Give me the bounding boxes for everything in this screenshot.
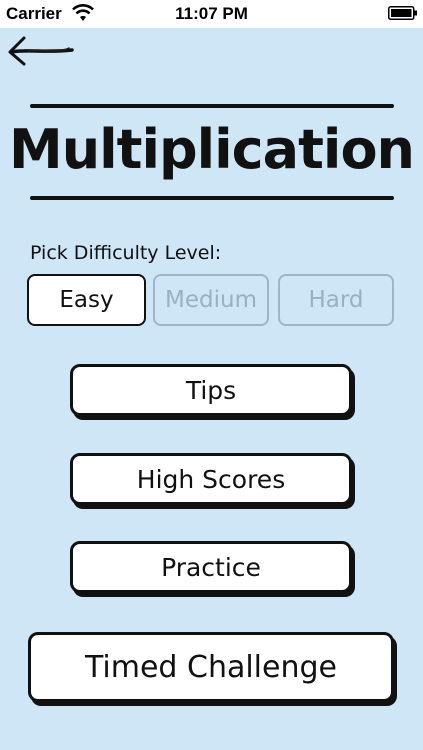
battery-icon	[388, 6, 417, 20]
high-scores-button[interactable]: High Scores	[70, 453, 352, 505]
tips-button[interactable]: Tips	[70, 364, 352, 416]
back-arrow-icon	[8, 36, 74, 66]
difficulty-medium-button[interactable]: Medium	[153, 274, 269, 326]
difficulty-label: Pick Difficulty Level:	[30, 242, 222, 264]
clock: 11:07 PM	[175, 4, 248, 23]
title-rule-bottom	[30, 196, 394, 200]
page-title: Multiplication	[8, 118, 415, 181]
screen: Carrier 11:07 PM Multiplication Pick Dif…	[0, 0, 423, 750]
difficulty-hard-button[interactable]: Hard	[278, 274, 394, 326]
title-rule-top	[30, 104, 394, 108]
timed-challenge-button[interactable]: Timed Challenge	[28, 632, 394, 702]
difficulty-easy-button[interactable]: Easy	[27, 274, 146, 326]
status-bar: Carrier 11:07 PM	[0, 0, 423, 28]
practice-button[interactable]: Practice	[70, 541, 352, 593]
app-content: Multiplication Pick Difficulty Level: Ea…	[0, 28, 423, 750]
back-button[interactable]	[6, 34, 76, 68]
